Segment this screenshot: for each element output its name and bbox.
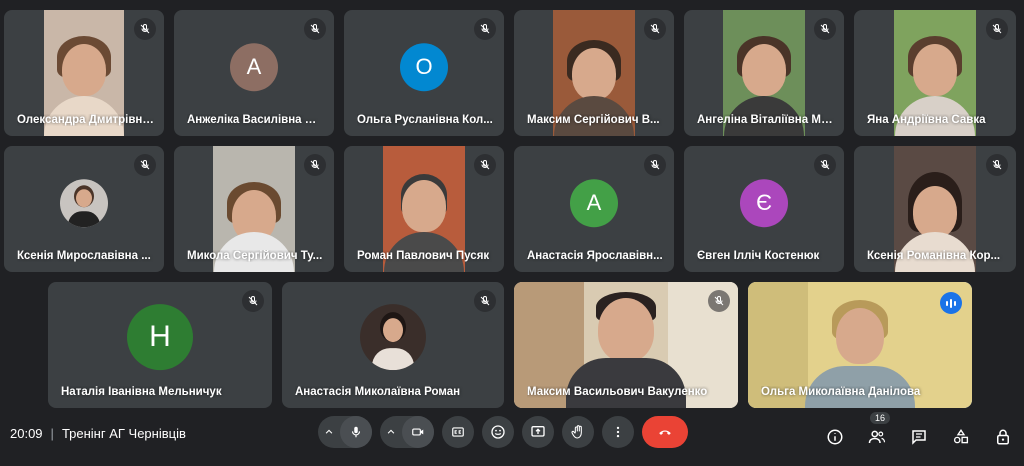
camera-button[interactable]: [402, 416, 434, 448]
end-call-icon: [659, 430, 671, 435]
info-button[interactable]: [824, 426, 846, 448]
participant-name: Ангеліна Віталіївна Ма...: [697, 114, 834, 126]
info-icon: [827, 429, 843, 445]
separator: |: [50, 426, 54, 441]
participant-tile[interactable]: Роман Павлович Пусяк: [344, 146, 504, 272]
speaking-indicator-icon: [940, 292, 962, 314]
participant-name: Ксенія Мирославівна ...: [17, 250, 151, 262]
participant-tile[interactable]: Максим Сергійович В...: [514, 10, 674, 136]
participant-tile[interactable]: Микола Сергійович Ту...: [174, 146, 334, 272]
avatar: Є: [740, 179, 788, 228]
participant-name: Ольга Русланівна Кол...: [357, 114, 493, 126]
meeting-time: 20:09: [10, 426, 43, 441]
meeting-tools: 16: [824, 412, 1014, 448]
avatar: Н: [127, 304, 193, 371]
mic-options-chevron-icon[interactable]: [318, 416, 340, 448]
camera-icon: [412, 428, 424, 436]
muted-icon: [242, 290, 264, 312]
participant-tile[interactable]: Ксенія Мирославівна ...: [4, 146, 164, 272]
avatar: А: [230, 43, 278, 92]
muted-icon: [134, 18, 156, 40]
activities-button[interactable]: [950, 426, 972, 448]
muted-icon: [134, 154, 156, 176]
camera-control-group: [380, 416, 434, 448]
participant-name: Ольга Миколаївна Данілова: [761, 386, 921, 398]
microphone-icon: [351, 426, 361, 438]
participant-tile[interactable]: О Ольга Русланівна Кол...: [344, 10, 504, 136]
camera-options-chevron-icon[interactable]: [380, 416, 402, 448]
participant-tile[interactable]: Яна Андріївна Савка: [854, 10, 1016, 136]
muted-icon: [304, 154, 326, 176]
muted-icon: [814, 154, 836, 176]
raise-hand-button[interactable]: [562, 416, 594, 448]
host-controls-button[interactable]: [992, 426, 1014, 448]
chat-icon: [912, 430, 926, 445]
participant-tile[interactable]: Ксенія Романівна Кор...: [854, 146, 1016, 272]
avatar: [60, 179, 108, 228]
more-options-button[interactable]: [602, 416, 634, 448]
bottom-toolbar: 20:09 | Тренінг АГ Чернівців 16: [0, 408, 1024, 466]
people-icon: [868, 430, 886, 444]
end-call-button[interactable]: [642, 416, 688, 448]
participant-name: Микола Сергійович Ту...: [187, 250, 323, 262]
participant-tile[interactable]: Анастасія Миколаївна Роман: [282, 282, 504, 408]
emoji-button[interactable]: [482, 416, 514, 448]
captions-button[interactable]: [442, 416, 474, 448]
raise-hand-icon: [571, 425, 582, 439]
participant-name: Максим Сергійович В...: [527, 114, 660, 126]
muted-icon: [474, 290, 496, 312]
present-icon: [531, 426, 545, 437]
participant-name: Яна Андріївна Савка: [867, 114, 986, 126]
participant-name: Ксенія Романівна Кор...: [867, 250, 1001, 262]
people-button[interactable]: 16: [866, 412, 891, 448]
mic-control-group: [318, 416, 372, 448]
muted-icon: [814, 18, 836, 40]
participant-name: Роман Павлович Пусяк: [357, 250, 490, 262]
avatar: О: [400, 43, 448, 92]
participant-name: Олександра Дмитрівна...: [17, 114, 154, 126]
participant-tile[interactable]: Н Наталія Іванівна Мельничук: [48, 282, 272, 408]
participant-tile[interactable]: Максим Васильович Вакуленко: [514, 282, 738, 408]
participant-tile[interactable]: Ангеліна Віталіївна Ма...: [684, 10, 844, 136]
participant-name: Наталія Іванівна Мельничук: [61, 386, 222, 398]
participant-name: Євген Ілліч Костенюк: [697, 250, 820, 262]
participant-tile[interactable]: А Анжеліка Василівна Ш...: [174, 10, 334, 136]
activities-icon: [953, 429, 969, 444]
participant-name: Анжеліка Василівна Ш...: [187, 114, 324, 126]
muted-icon: [304, 18, 326, 40]
muted-icon: [474, 18, 496, 40]
participant-tile[interactable]: Є Євген Ілліч Костенюк: [684, 146, 844, 272]
participant-name: Анастасія Миколаївна Роман: [295, 386, 461, 398]
participant-tile[interactable]: Олександра Дмитрівна...: [4, 10, 164, 136]
chat-button[interactable]: [908, 426, 930, 448]
avatar: [360, 304, 426, 371]
participant-name: Анастасія Ярославівн...: [527, 250, 663, 262]
muted-icon: [986, 154, 1008, 176]
emoji-icon: [491, 425, 505, 439]
muted-icon: [474, 154, 496, 176]
microphone-button[interactable]: [340, 416, 372, 448]
more-vert-icon: [616, 426, 620, 438]
present-button[interactable]: [522, 416, 554, 448]
participant-tile[interactable]: Ольга Миколаївна Данілова: [748, 282, 972, 408]
participant-count-badge: 16: [870, 412, 891, 424]
host-controls-icon: [997, 429, 1009, 445]
muted-icon: [644, 154, 666, 176]
muted-icon: [986, 18, 1008, 40]
muted-icon: [708, 290, 730, 312]
meeting-info: 20:09 | Тренінг АГ Чернівців: [10, 426, 186, 441]
participant-name: Максим Васильович Вакуленко: [527, 386, 708, 398]
meeting-title: Тренінг АГ Чернівців: [61, 426, 186, 441]
participant-tile[interactable]: А Анастасія Ярославівн...: [514, 146, 674, 272]
muted-icon: [644, 18, 666, 40]
avatar: А: [570, 179, 618, 228]
captions-icon: [452, 427, 464, 437]
call-controls: [318, 416, 688, 448]
